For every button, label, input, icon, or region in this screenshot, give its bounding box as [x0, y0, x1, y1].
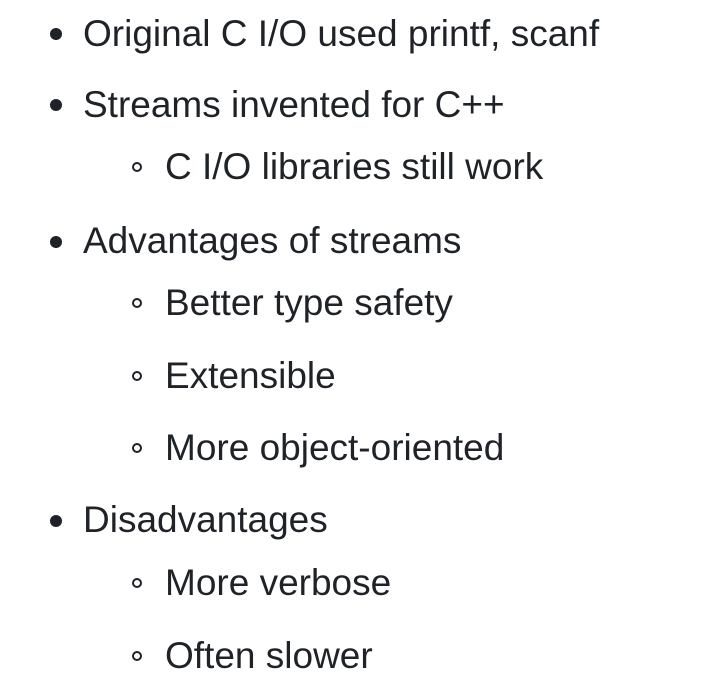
bullet-circle-icon [132, 298, 142, 308]
list-item-label: Original C I/O used printf, scanf [83, 13, 600, 54]
bullet-circle-icon [132, 443, 142, 453]
bullet-circle-icon [132, 162, 142, 172]
bullet-disc-icon [50, 236, 62, 248]
sub-list-item-label: More verbose [165, 562, 392, 603]
bullet-disc-icon [50, 99, 62, 111]
sub-list-item-label: C I/O libraries still work [165, 146, 544, 187]
bullet-circle-icon [132, 578, 142, 588]
bullet-disc-icon [50, 28, 62, 40]
list-item-label: Streams invented for C++ [83, 84, 505, 125]
sub-list-item-label: Extensible [165, 355, 336, 396]
sub-list-item-label: Often slower [165, 635, 373, 676]
sub-list-item-label: Better type safety [165, 282, 453, 323]
bullet-circle-icon [132, 651, 142, 661]
sub-list-item-label: More object-oriented [165, 427, 505, 468]
list-item-label: Advantages of streams [83, 220, 462, 261]
bullet-circle-icon [132, 371, 142, 381]
bullet-disc-icon [50, 515, 62, 527]
list-item-label: Disadvantages [83, 499, 328, 540]
